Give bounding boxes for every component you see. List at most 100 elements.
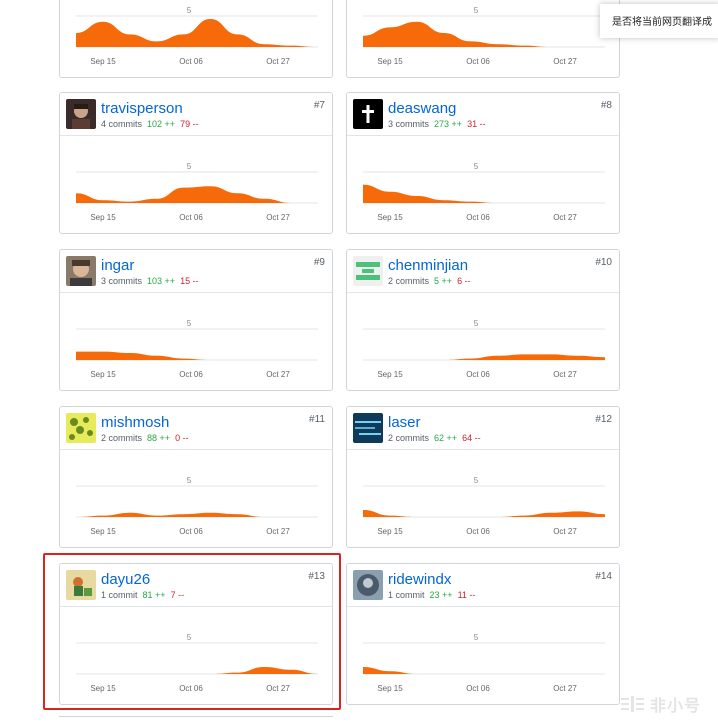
rank-label: #14 [595,571,612,582]
rank-label: #7 [313,100,325,111]
contributor-card: laser 2 commits 62 ++ 64 -- #12 5 Sep 15 O… [346,406,620,548]
x-axis-label: Sep 15 [90,213,116,222]
y-mid-label: 5 [187,162,192,171]
card-header: ingar 3 commits 103 ++ 15 -- #9 [60,250,332,293]
deletions: 0 -- [175,433,189,443]
ridewindx-avatar[interactable] [353,570,383,600]
rank-label: #10 [595,257,612,268]
username-link[interactable]: deaswang [388,100,456,117]
activity-chart-svg: 5 Sep 15 Oct 06 Oct 27 [363,162,605,222]
deletions: 79 -- [180,119,199,129]
commit-activity-area [76,512,318,517]
x-axis-label: Oct 27 [553,57,577,66]
y-mid-label: 5 [474,476,479,485]
contributor-card: chenminjian 2 commits 5 ++ 6 -- #10 5 Sep… [346,249,620,391]
additions: 102 ++ [147,119,176,129]
x-axis-label: Sep 15 [90,370,116,379]
x-axis-label: Sep 15 [90,527,116,536]
x-axis-label: Oct 27 [553,370,577,379]
activity-chart-svg: 5 Sep 15 Oct 06 Oct 27 [76,319,318,379]
rank-label: #11 [309,414,325,425]
deaswang-avatar[interactable] [353,99,383,129]
commit-stats: 3 commits 103 ++ 15 -- [101,276,199,286]
x-axis-label: Oct 06 [179,370,203,379]
activity-chart-svg: 5 Sep 15 Oct 06 Oct 27 [363,6,605,66]
commit-count: 2 commits [388,276,430,286]
contributor-chart: 5 Sep 15 Oct 06 Oct 27 [60,449,332,547]
contributor-card: ridewindx 1 commit 23 ++ 11 -- #14 5 Sep … [346,563,620,705]
username-link[interactable]: laser [388,414,421,431]
username-link[interactable]: chenminjian [388,257,468,274]
additions: 62 ++ [434,433,458,443]
contributor-chart: 5 Sep 15 Oct 06 Oct 27 [347,292,619,390]
x-axis-label: Oct 06 [466,57,490,66]
x-axis-label: Sep 15 [377,527,403,536]
laser-avatar[interactable] [353,413,383,443]
x-axis-label: Oct 27 [266,370,290,379]
commit-activity-area [363,667,605,674]
contributor-chart: 5 Sep 15 Oct 06 Oct 27 [347,135,619,233]
x-axis-label: Oct 06 [179,57,203,66]
x-axis-label: Sep 15 [90,57,116,66]
card-header: mishmosh 2 commits 88 ++ 0 -- #11 [60,407,332,450]
commit-activity-area [363,510,605,517]
contributor-card: travisperson 4 commits 102 ++ 79 -- #7 5… [59,92,333,234]
watermark-logo-icon [620,695,646,713]
additions: 103 ++ [147,276,176,286]
watermark: 非小号 [620,692,716,716]
travisperson-avatar[interactable] [66,99,96,129]
x-axis-label: Oct 06 [466,370,490,379]
rank-label: #9 [313,257,325,268]
y-mid-label: 5 [187,319,192,328]
x-axis-label: Oct 27 [553,213,577,222]
commit-stats: 2 commits 88 ++ 0 -- [101,433,189,443]
y-mid-label: 5 [474,162,479,171]
commit-stats: 4 commits 102 ++ 79 -- [101,119,199,129]
contributor-chart: 5 Sep 15 Oct 06 Oct 27 [347,449,619,547]
mishmosh-avatar[interactable] [66,413,96,443]
y-mid-label: 5 [187,476,192,485]
deletions: 64 -- [462,433,481,443]
commit-count: 4 commits [101,119,143,129]
x-axis-label: Sep 15 [377,684,403,693]
card-header: ridewindx 1 commit 23 ++ 11 -- #14 [347,564,619,607]
commit-stats: 2 commits 5 ++ 6 -- [388,276,471,286]
contributor-chart: 5 Sep 15 Oct 06 Oct 27 [60,292,332,390]
username-link[interactable]: travisperson [101,100,183,117]
deletions: 15 -- [180,276,199,286]
x-axis-label: Oct 06 [466,213,490,222]
additions: 5 ++ [434,276,453,286]
username-link[interactable]: mishmosh [101,414,169,431]
watermark-text: 非小号 [650,698,702,715]
x-axis-label: Oct 06 [466,684,490,693]
x-axis-label: Oct 06 [179,213,203,222]
contributor-card-top-left: 5 Sep 15 Oct 06 Oct 27 [59,0,333,78]
ingar-avatar[interactable] [66,256,96,286]
contributor-chart: 5 Sep 15 Oct 06 Oct 27 [60,135,332,233]
commit-count: 1 commit [388,590,425,600]
x-axis-label: Oct 06 [466,527,490,536]
commit-count: 2 commits [388,433,430,443]
username-link[interactable]: ingar [101,257,134,274]
chenminjian-avatar[interactable] [353,256,383,286]
x-axis-label: Sep 15 [377,213,403,222]
x-axis-label: Sep 15 [377,370,403,379]
x-axis-label: Sep 15 [377,57,403,66]
y-mid-label: 5 [474,319,479,328]
card-header: chenminjian 2 commits 5 ++ 6 -- #10 [347,250,619,293]
activity-chart-svg: 5 Sep 15 Oct 06 Oct 27 [363,633,605,693]
contributor-card: mishmosh 2 commits 88 ++ 0 -- #11 5 Sep 1… [59,406,333,548]
commit-stats: 3 commits 273 ++ 31 -- [388,119,486,129]
deletions: 6 -- [457,276,471,286]
x-axis-label: Oct 27 [266,527,290,536]
x-axis-label: Oct 27 [266,213,290,222]
commit-stats: 2 commits 62 ++ 64 -- [388,433,481,443]
username-link[interactable]: ridewindx [388,571,451,588]
additions: 88 ++ [147,433,171,443]
deletions: 31 -- [467,119,486,129]
contributor-chart: 5 Sep 15 Oct 06 Oct 27 [347,0,619,77]
activity-chart-svg: 5 Sep 15 Oct 06 Oct 27 [76,476,318,536]
highlight-box [43,553,341,710]
activity-chart-svg: 5 Sep 15 Oct 06 Oct 27 [76,6,318,66]
translate-prompt[interactable]: 是否将当前网页翻译成 [600,4,718,38]
